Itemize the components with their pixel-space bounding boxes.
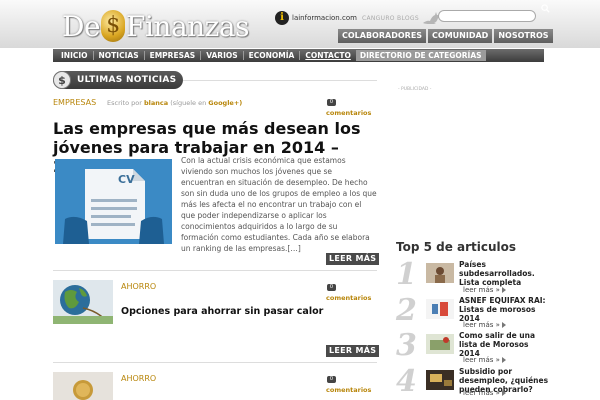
- nav-item-inicio[interactable]: INICIO: [56, 51, 94, 60]
- section-header: $ ULTIMAS NOTICIAS: [53, 71, 183, 89]
- logo-text-right: Finanzas: [126, 9, 249, 43]
- article1-category[interactable]: EMPRESAS: [53, 98, 96, 107]
- rank-number: 1: [396, 257, 417, 292]
- article1-read-more-button[interactable]: LEER MÁS: [326, 253, 380, 265]
- article2-category[interactable]: AHORRO: [121, 282, 156, 291]
- nav-item-directorio[interactable]: DIRECTORIO DE CATEGORÍAS: [355, 50, 486, 61]
- arrow-right-icon: [501, 357, 506, 363]
- rank-number: 4: [396, 364, 417, 399]
- site-logo[interactable]: De $ Finanzas: [62, 8, 249, 44]
- read-more-text: leer más »: [463, 286, 500, 294]
- top5-thumbnail: [426, 370, 454, 390]
- rank-number: 3: [396, 328, 417, 363]
- top5-thumbnail: [426, 334, 454, 354]
- read-more-text: leer más »: [463, 321, 500, 329]
- article1-comment-count[interactable]: 0: [327, 99, 336, 106]
- article2-comment-count[interactable]: 0: [327, 284, 336, 291]
- dollar-coin-icon: $: [101, 10, 126, 42]
- section-title: ULTIMAS NOTICIAS: [77, 75, 177, 85]
- nav-item-economia[interactable]: ECONOMÍA: [244, 51, 301, 60]
- author-link[interactable]: blanca: [144, 99, 168, 107]
- main-nav: INICIO NOTICIAS EMPRESAS VARIOS ECONOMÍA…: [53, 49, 544, 62]
- article2-comments-link[interactable]: comentarios: [326, 294, 371, 302]
- article3-comment-count[interactable]: 0: [327, 376, 336, 383]
- arrow-right-icon: [501, 322, 506, 328]
- nosotros-button[interactable]: NOSOTROS: [494, 29, 553, 43]
- article1-excerpt: Con la actual crisis económica que estam…: [181, 156, 377, 253]
- article1-thumbnail[interactable]: CV: [55, 159, 172, 244]
- dollar-icon: $: [53, 71, 71, 89]
- article1-comments-link[interactable]: comentarios: [326, 109, 371, 117]
- top5-thumbnail: [426, 299, 454, 319]
- article-divider: [53, 362, 377, 363]
- rank-number: 2: [396, 293, 417, 328]
- arrow-right-icon: [501, 287, 506, 293]
- canguro-blogs-link[interactable]: CANGURO BLOGS: [362, 11, 443, 25]
- article3-thumbnail[interactable]: [53, 372, 113, 400]
- article3-comments-link[interactable]: comentarios: [326, 386, 371, 394]
- search-input[interactable]: [438, 10, 536, 22]
- nav-item-noticias[interactable]: NOTICIAS: [94, 51, 145, 60]
- read-more-link[interactable]: leer más »: [463, 321, 506, 329]
- read-more-text: leer más »: [463, 356, 500, 364]
- top5-title: Top 5 de articulos: [396, 240, 517, 254]
- logo-text-left: De: [62, 9, 101, 43]
- colaboradores-button[interactable]: COLABORADORES: [338, 29, 427, 43]
- byline-en: en: [198, 99, 207, 107]
- top5-item-title[interactable]: ASNEF EQUIFAX RAI: Listas de morosos 201…: [459, 296, 549, 323]
- coin-icon: [53, 372, 113, 400]
- info-badge-icon: i: [275, 11, 289, 25]
- top5-item[interactable]: 1 Países subdesarrollados. Lista complet…: [396, 260, 546, 298]
- top5-item[interactable]: 3 Como salir de una lista de Morosos 201…: [396, 331, 546, 369]
- article-divider: [53, 270, 377, 271]
- article3-category[interactable]: AHORRO: [121, 374, 156, 383]
- canguro-text: CANGURO BLOGS: [362, 14, 419, 22]
- top5-item[interactable]: 2 ASNEF EQUIFAX RAI: Listas de morosos 2…: [396, 296, 546, 334]
- comunidad-button[interactable]: COMUNIDAD: [428, 29, 493, 43]
- read-more-link[interactable]: leer más »: [463, 356, 506, 364]
- top5-item-title[interactable]: Como salir de una lista de Morosos 2014: [459, 331, 549, 358]
- byline-prefix: Escrito por: [107, 99, 142, 107]
- globe-icon: [53, 280, 113, 324]
- google-plus-link[interactable]: Google+): [208, 99, 242, 107]
- article1-byline: Escrito por blanca (síguele en Google+): [107, 99, 242, 107]
- arrow-right-icon: [501, 390, 506, 396]
- page: De $ Finanzas i lainformacion.com CANGUR…: [0, 0, 600, 400]
- read-more-text: leer más »: [463, 389, 500, 397]
- search-icon[interactable]: [541, 4, 550, 13]
- top5-thumbnail: [426, 263, 454, 283]
- read-more-link[interactable]: leer más »: [463, 389, 506, 397]
- nav-item-varios[interactable]: VARIOS: [201, 51, 244, 60]
- section-divider: [183, 80, 377, 81]
- cv-text: CV: [118, 173, 135, 186]
- read-more-link[interactable]: leer más »: [463, 286, 506, 294]
- article2-read-more-button[interactable]: LEER MÁS: [326, 345, 380, 357]
- cv-document-icon: [55, 159, 172, 244]
- partner-link[interactable]: i lainformacion.com: [275, 11, 357, 25]
- article2-thumbnail[interactable]: [53, 280, 113, 324]
- top-nav: COLABORADORES COMUNIDAD NOSOTROS: [338, 29, 555, 43]
- byline-follow: (síguele: [170, 99, 196, 107]
- ad-label: - PUBLICIDAD -: [398, 87, 432, 92]
- nav-item-contacto[interactable]: CONTACTO: [300, 51, 356, 60]
- partner-text: lainformacion.com: [292, 14, 357, 22]
- site-header: De $ Finanzas i lainformacion.com CANGUR…: [0, 0, 600, 48]
- top5-item[interactable]: 4 Subsidio por desempleo, ¿quiénes puede…: [396, 364, 548, 400]
- top5-item-title[interactable]: Países subdesarrollados. Lista completa: [459, 260, 549, 287]
- article2-title[interactable]: Opciones para ahorrar sin pasar calor: [121, 306, 323, 317]
- nav-item-empresas[interactable]: EMPRESAS: [145, 51, 202, 60]
